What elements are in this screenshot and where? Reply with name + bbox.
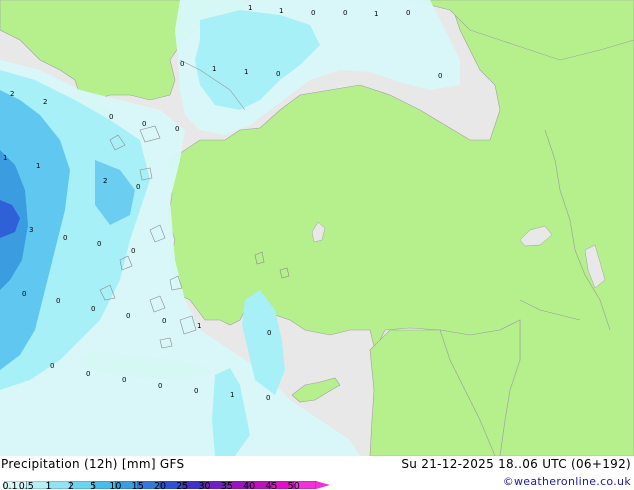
legend-tick-label: 25 <box>176 481 189 490</box>
legend-tick-label: 35 <box>220 481 233 490</box>
precip-value: 1 <box>279 7 283 15</box>
precip-value: 0 <box>50 362 54 370</box>
precip-value: 0 <box>22 290 26 298</box>
legend-tick-label: 1 <box>45 481 52 490</box>
precip-value: 0 <box>162 317 166 325</box>
precip-value: 0 <box>194 387 198 395</box>
precip-value: 0 <box>180 60 184 68</box>
weather-map-frame: 1 1 0 0 1 0 0 1 1 0 0 2 2 0 0 0 1 1 2 0 … <box>0 0 634 490</box>
precip-value: 0 <box>56 297 60 305</box>
precip-value: 0 <box>175 125 179 133</box>
precip-value: 0 <box>97 240 101 248</box>
legend-tick-label: 50 <box>287 481 300 490</box>
legend-tick-label: 40 <box>243 481 256 490</box>
legend-color-bar <box>3 474 330 490</box>
precip-value: 0 <box>343 9 347 17</box>
legend-tick-label: 5 <box>90 481 97 490</box>
precipitation-map: 1 1 0 0 1 0 0 1 1 0 0 2 2 0 0 0 1 1 2 0 … <box>0 0 634 456</box>
precip-value: 0 <box>267 329 271 337</box>
precip-value: 0 <box>122 376 126 384</box>
precip-value: 1 <box>244 68 248 76</box>
precip-value: 0 <box>86 370 90 378</box>
precip-value: 0 <box>131 247 135 255</box>
precip-value: 0 <box>406 9 410 17</box>
precip-value: 0 <box>63 234 67 242</box>
credit-link[interactable]: ©weatheronline.co.uk <box>503 475 631 488</box>
legend-tick-label: 10 <box>109 481 122 490</box>
precip-value: 0 <box>109 113 113 121</box>
precip-value: 0 <box>266 394 270 402</box>
legend-tick-label: 45 <box>265 481 278 490</box>
legend-tick-label: 2 <box>67 481 74 490</box>
legend-tick-label: 30 <box>198 481 211 490</box>
precip-value: 0 <box>142 120 146 128</box>
precip-value: 1 <box>212 65 216 73</box>
precip-value: 1 <box>36 162 40 170</box>
precip-value: 2 <box>103 177 107 185</box>
precip-value: 0 <box>311 9 315 17</box>
legend-tick-label: 15 <box>131 481 144 490</box>
legend-tick-label: 0.1 <box>2 481 18 490</box>
precip-value: 0 <box>158 382 162 390</box>
precip-value: 2 <box>10 90 14 98</box>
precip-value: 0 <box>438 72 442 80</box>
precip-value: 1 <box>230 391 234 399</box>
precip-value: 1 <box>3 154 7 162</box>
legend-arrow <box>316 481 330 489</box>
legend-title: Precipitation (12h) [mm] GFS <box>1 457 185 471</box>
legend-tick-label: 0.5 <box>18 481 34 490</box>
run-info: Su 21-12-2025 18..06 UTC (06+192) <box>401 457 631 471</box>
land-levant <box>369 319 521 456</box>
precip-value: 1 <box>248 4 252 12</box>
legend-tick-label: 20 <box>153 481 167 490</box>
precip-value: 0 <box>126 312 130 320</box>
legend-swatches <box>3 480 330 490</box>
precip-value: 0 <box>136 183 140 191</box>
precip-value: 0 <box>276 70 280 78</box>
precip-value: 0 <box>91 305 95 313</box>
precip-value: 1 <box>197 322 201 330</box>
map-footer: Precipitation (12h) [mm] GFS Su 21-12-20… <box>0 456 634 490</box>
precip-value: 1 <box>374 10 378 18</box>
precip-value: 2 <box>43 98 47 106</box>
precip-value: 3 <box>29 226 33 234</box>
